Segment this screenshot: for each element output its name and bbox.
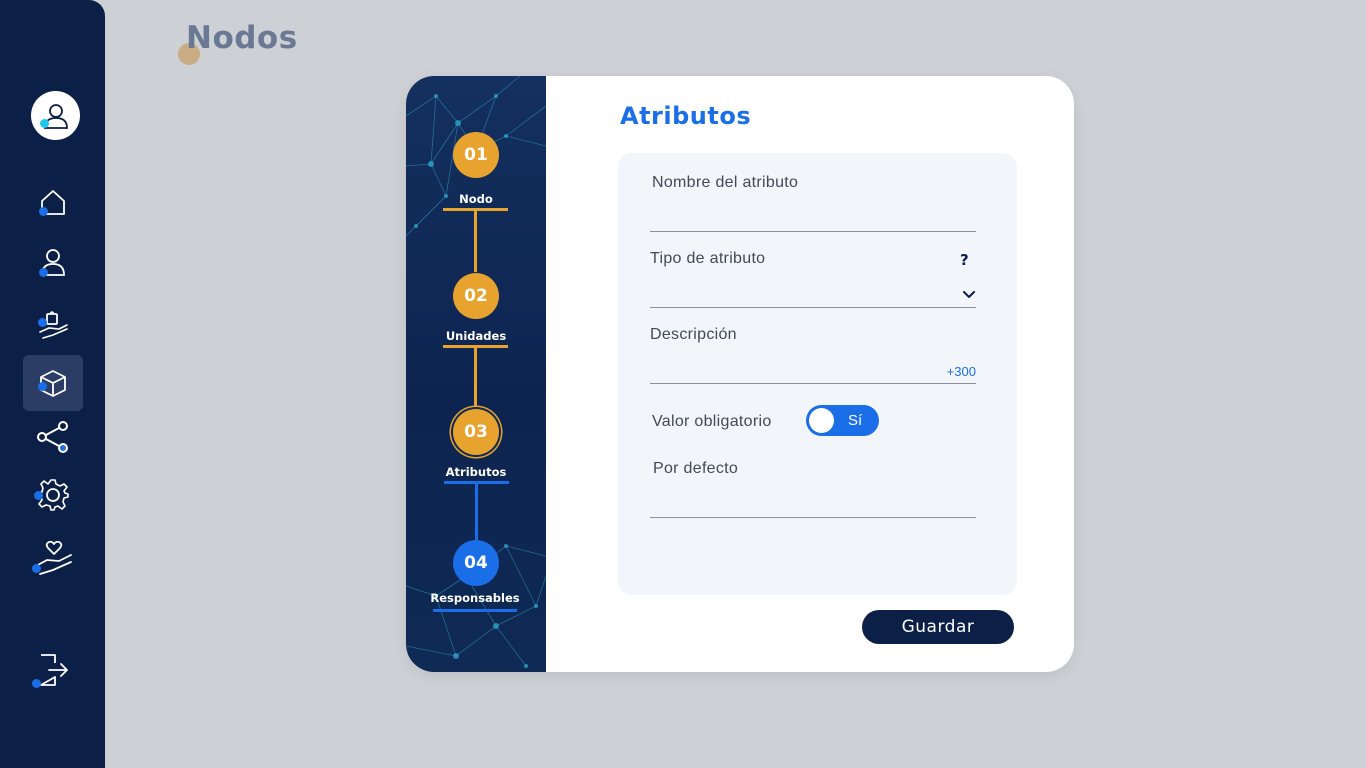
type-underline	[650, 307, 976, 308]
nav-care[interactable]	[23, 530, 83, 586]
step-3-circle[interactable]: 03	[453, 409, 499, 455]
description-input[interactable]	[650, 359, 914, 383]
step-connector	[475, 484, 478, 540]
step-3-underline	[444, 481, 509, 484]
description-label: Descripción	[650, 326, 737, 343]
description-underline	[650, 383, 976, 384]
question-icon[interactable]: ?	[960, 251, 974, 269]
nav-nodes[interactable]	[23, 355, 83, 411]
stepper: 01 Nodo 02 Unidades 03 Atributos 04 Resp…	[406, 76, 546, 672]
nav-services[interactable]	[23, 296, 83, 352]
step-2-underline	[443, 345, 508, 348]
form-title: Atributos	[620, 102, 752, 130]
avatar-status-dot	[40, 119, 49, 128]
step-2-circle[interactable]: 02	[453, 273, 499, 319]
step-connector	[474, 348, 477, 408]
required-label: Valor obligatorio	[652, 413, 772, 430]
default-label: Por defecto	[653, 460, 739, 477]
step-1-label: Nodo	[459, 192, 493, 206]
sidebar	[0, 0, 105, 768]
toggle-knob	[809, 408, 834, 433]
form-panel: Nombre del atributo Tipo de atributo ? D…	[618, 153, 1017, 595]
step-4-circle[interactable]: 04	[453, 540, 499, 586]
name-input[interactable]	[650, 207, 954, 231]
step-1-underline	[443, 208, 508, 211]
nav-share[interactable]	[23, 409, 83, 465]
step-1-circle[interactable]: 01	[453, 132, 499, 178]
toggle-text: Sí	[848, 412, 863, 429]
nav-settings[interactable]	[23, 467, 83, 523]
chevron-down-icon[interactable]	[963, 291, 975, 299]
default-input[interactable]	[650, 493, 954, 517]
logout-button[interactable]	[23, 642, 83, 698]
name-label: Nombre del atributo	[652, 174, 799, 191]
name-underline	[650, 231, 976, 232]
step-4-underline	[433, 609, 517, 612]
step-connector	[474, 210, 477, 272]
default-underline	[650, 517, 976, 518]
type-select[interactable]	[650, 283, 976, 305]
save-button[interactable]: Guardar	[862, 610, 1014, 644]
step-2-label: Unidades	[445, 329, 507, 343]
description-char-counter: +300	[946, 364, 976, 379]
type-label: Tipo de atributo	[650, 250, 766, 267]
logout-icon	[40, 654, 68, 686]
user-avatar[interactable]	[31, 91, 80, 140]
share-nodes-icon	[37, 421, 68, 453]
nav-home[interactable]	[23, 174, 83, 230]
step-3-label: Atributos	[445, 465, 507, 479]
page-title: Nodos	[186, 20, 298, 56]
required-toggle[interactable]: Sí	[806, 405, 879, 436]
wizard-card: 01 Nodo 02 Unidades 03 Atributos 04 Resp…	[406, 76, 1074, 672]
step-4-label: Responsables	[430, 591, 520, 605]
nav-users[interactable]	[23, 234, 83, 290]
